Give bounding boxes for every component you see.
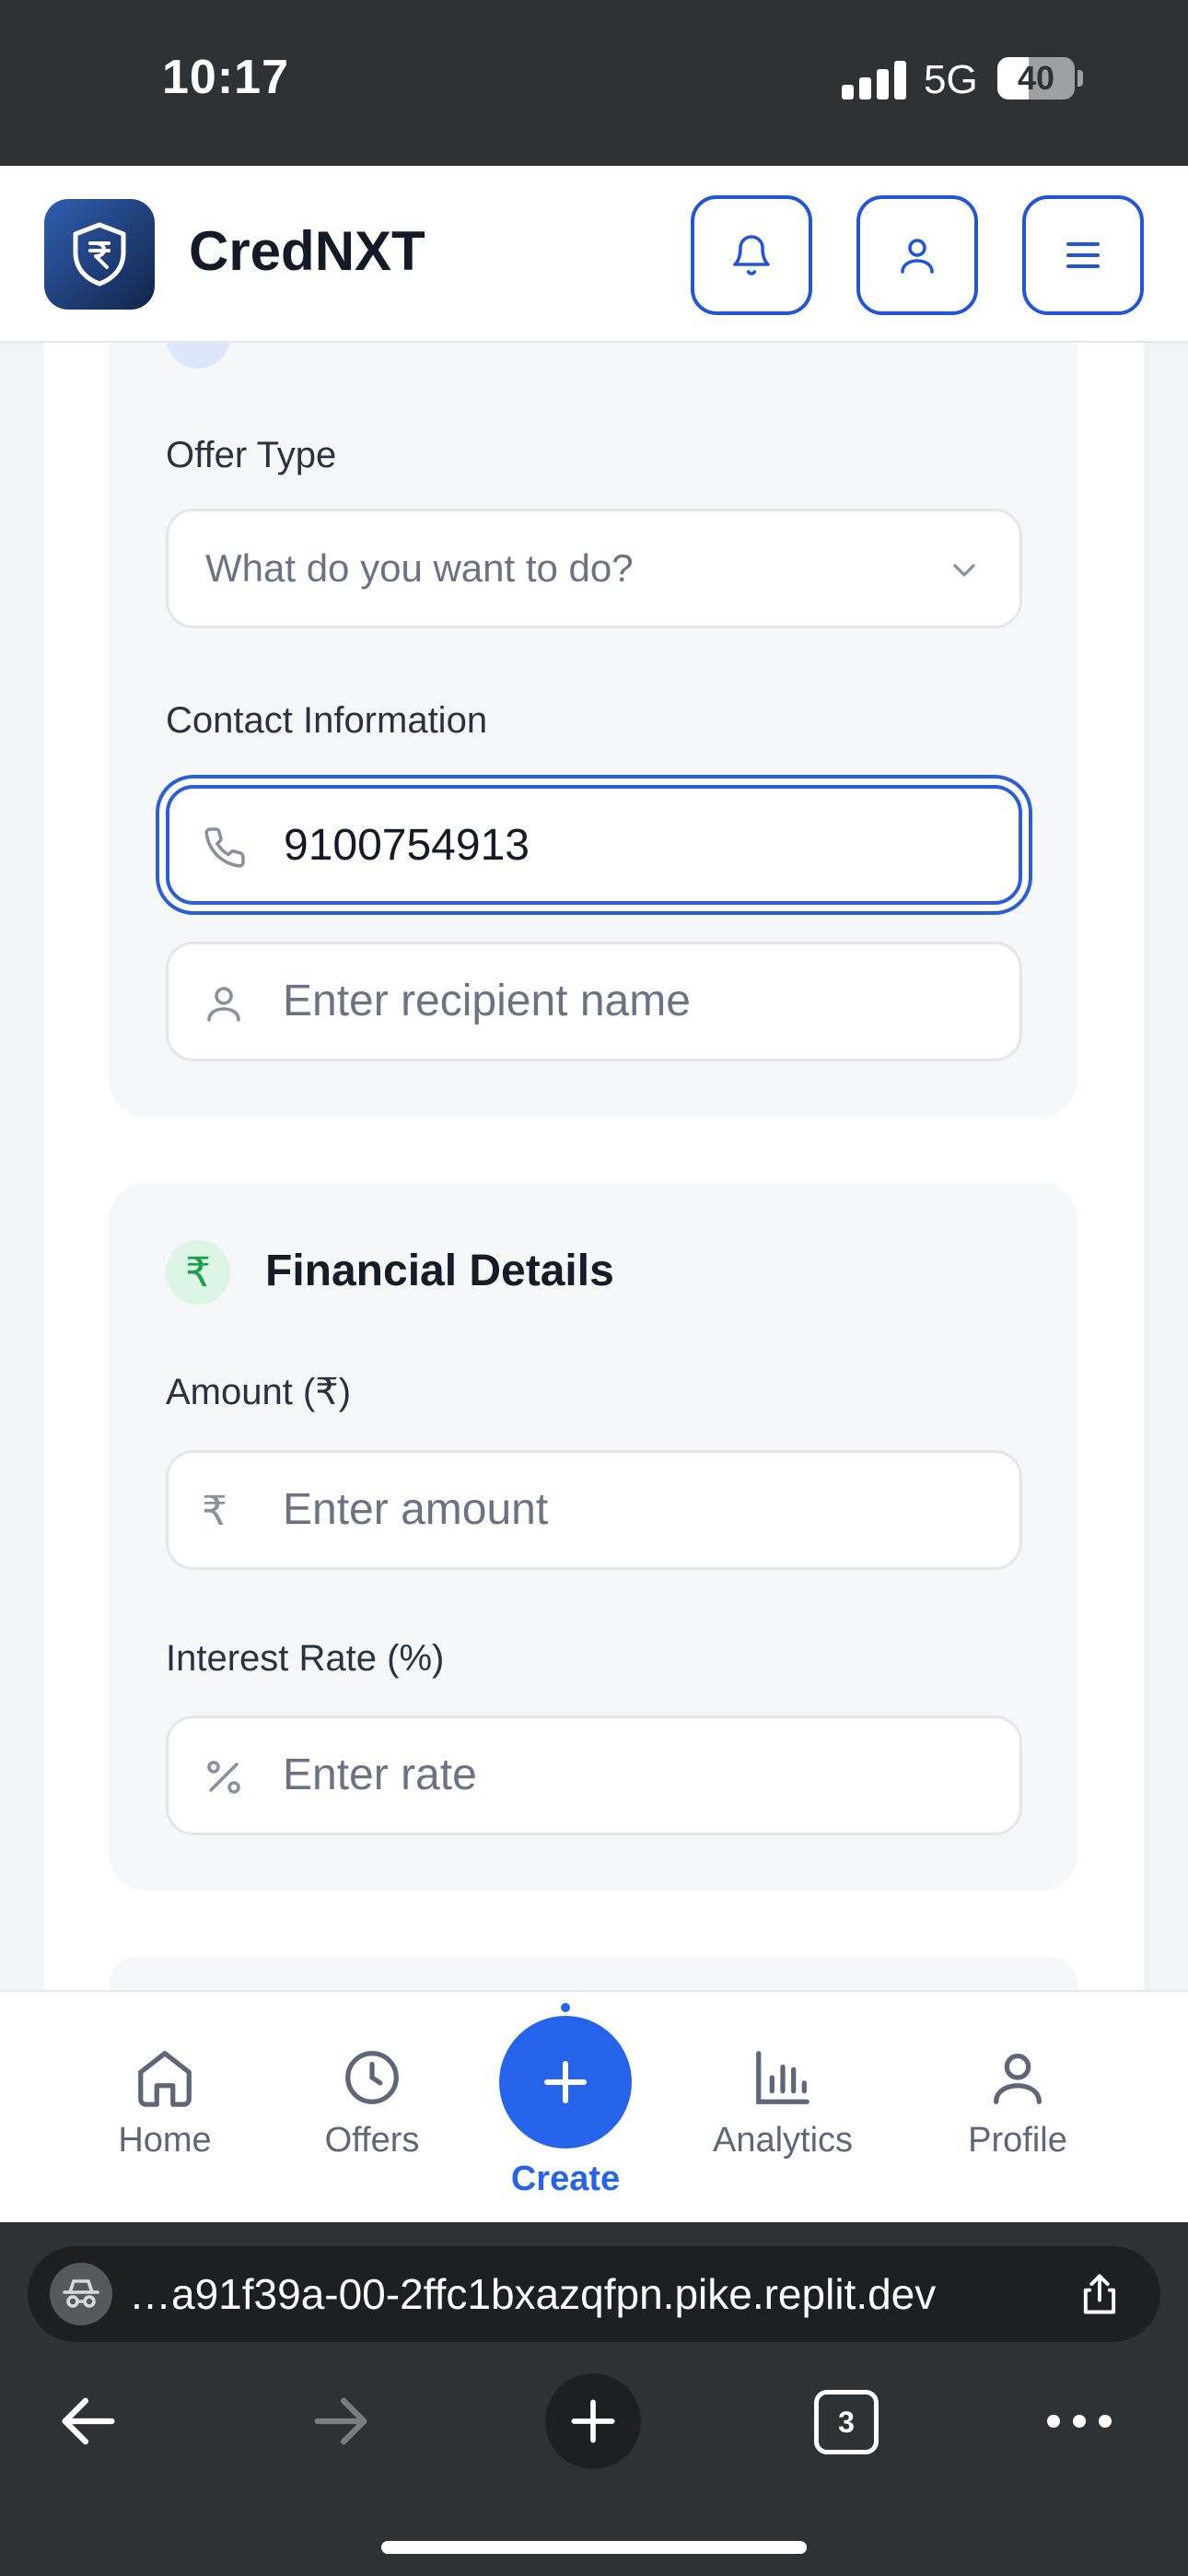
notifications-button[interactable] (691, 195, 812, 315)
nav-create-label[interactable]: Create (473, 2160, 658, 2199)
financial-details-title: Financial Details (265, 1247, 614, 1295)
clock-icon (345, 2051, 399, 2104)
menu-button[interactable] (1022, 195, 1144, 315)
plus-icon (544, 2061, 587, 2103)
nav-profile[interactable]: Profile (926, 2045, 1110, 2160)
browser-toolbar: …a91f39a-00-2ffc1bxazqfpn.pike.replit.de… (0, 2222, 1188, 2576)
bar-chart-icon (756, 2051, 809, 2104)
nav-offers[interactable]: Offers (280, 2045, 464, 2160)
menu-icon (1066, 242, 1100, 268)
user-icon (994, 2054, 1042, 2104)
app-header: CredNXT (0, 166, 1188, 343)
battery-tip (1077, 70, 1083, 87)
rupee-shield-icon[interactable] (44, 199, 155, 310)
offer-type-select[interactable]: What do you want to do? (166, 509, 1022, 628)
signal-icon (842, 61, 906, 100)
nav-home-label: Home (118, 2121, 212, 2160)
interest-rate-label: Interest Rate (%) (166, 1638, 445, 1679)
nav-offers-label: Offers (324, 2121, 420, 2160)
amount-label: Amount (₹) (166, 1372, 352, 1412)
phone-value: 9100754913 (284, 821, 530, 870)
percent-icon (207, 1761, 240, 1794)
back-arrow-icon[interactable] (53, 2386, 123, 2456)
user-icon (901, 239, 934, 274)
phone-icon (204, 827, 245, 868)
interest-rate-input[interactable]: Enter rate (166, 1715, 1022, 1835)
contact-information-label: Contact Information (166, 700, 488, 741)
amount-input[interactable]: ₹ Enter amount (166, 1450, 1022, 1570)
rupee-icon: ₹ (166, 1240, 230, 1305)
home-icon (138, 2051, 192, 2107)
more-icon[interactable] (1042, 2403, 1116, 2440)
chevron-down-icon (953, 564, 975, 577)
tab-count: 3 (838, 2405, 855, 2439)
nav-analytics-label: Analytics (712, 2121, 854, 2160)
nav-home[interactable]: Home (73, 2045, 257, 2160)
active-indicator (561, 2003, 570, 2012)
user-icon (207, 987, 240, 1022)
status-bar: 10:17 5G 40 (0, 0, 1188, 166)
account-button[interactable] (856, 195, 978, 315)
forward-arrow-icon[interactable] (306, 2386, 376, 2456)
home-indicator (381, 2541, 807, 2554)
new-tab-button[interactable] (545, 2373, 641, 2469)
tabs-button[interactable]: 3 (814, 2390, 879, 2454)
bottom-navigation: Home Offers Create Analytics Profile (0, 1990, 1188, 2222)
recipient-name-input[interactable]: Enter recipient name (166, 942, 1022, 1061)
offer-type-label: Offer Type (166, 435, 337, 475)
amount-placeholder: Enter amount (283, 1485, 549, 1534)
plus-icon (571, 2399, 615, 2443)
phone-input[interactable]: 9100754913 (166, 785, 1022, 905)
battery-level: 40 (1017, 59, 1055, 97)
offer-type-placeholder: What do you want to do? (205, 546, 634, 590)
status-time: 10:17 (162, 51, 289, 104)
url-text: …a91f39a-00-2ffc1bxazqfpn.pike.replit.de… (129, 2270, 937, 2318)
interest-rate-placeholder: Enter rate (283, 1751, 477, 1799)
nav-analytics[interactable]: Analytics (691, 2045, 875, 2160)
create-button[interactable] (499, 2016, 632, 2149)
nav-profile-label: Profile (968, 2121, 1067, 2160)
bell-icon (733, 235, 770, 275)
address-bar[interactable]: …a91f39a-00-2ffc1bxazqfpn.pike.replit.de… (28, 2246, 1160, 2342)
share-icon[interactable] (1076, 2270, 1124, 2318)
battery-icon: 40 (997, 57, 1075, 100)
brand-name[interactable]: CredNXT (189, 219, 425, 283)
network-type: 5G (924, 57, 978, 102)
incognito-icon[interactable] (50, 2263, 112, 2325)
recipient-name-placeholder: Enter recipient name (283, 977, 691, 1025)
rupee-icon: ₹ (202, 1488, 227, 1535)
